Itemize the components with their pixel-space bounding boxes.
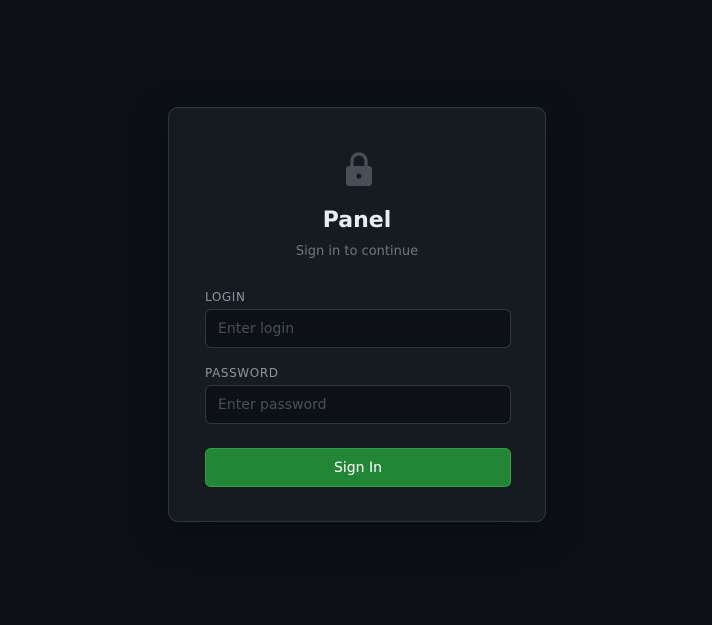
login-page: Panel Sign in to continue LOGIN PASSWORD… [0,0,712,625]
lock-icon [346,152,372,186]
password-input[interactable] [205,385,511,424]
password-label: PASSWORD [205,366,279,380]
page-title: Panel [322,208,392,233]
login-label: LOGIN [205,290,246,304]
login-input[interactable] [205,309,511,348]
page-subtitle: Sign in to continue [295,244,419,259]
login-card: Panel Sign in to continue LOGIN PASSWORD… [168,107,546,522]
sign-in-button[interactable]: Sign In [205,448,511,487]
